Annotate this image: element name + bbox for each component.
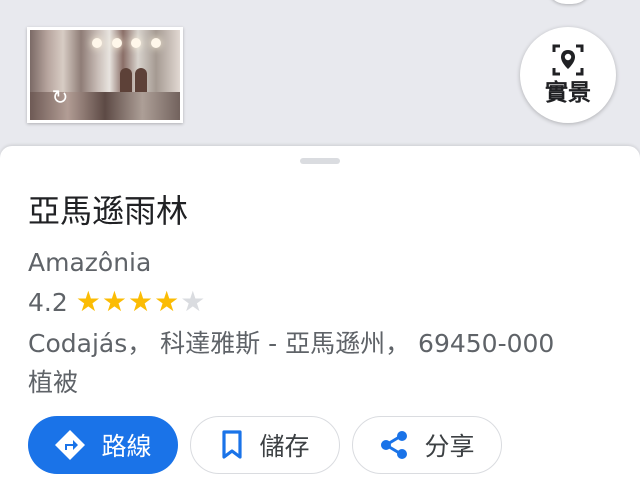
star-rating: ★ ★ ★ ★ ★ — [76, 287, 207, 317]
action-buttons-row: 路線 儲存 分享 — [28, 416, 502, 474]
street-view-label: 實景 — [545, 80, 591, 106]
photo-light — [92, 38, 102, 48]
bookmark-icon — [222, 430, 243, 459]
photo-light — [131, 38, 141, 48]
rating-row[interactable]: 4.2 ★ ★ ★ ★ ★ — [28, 285, 206, 319]
place-subtitle: Amazônia — [28, 248, 152, 277]
place-title: 亞馬遜雨林 — [28, 192, 189, 230]
star-icon: ★ — [180, 285, 206, 318]
place-address: Codajás， 科達雅斯 - 亞馬遜州， 69450-000 — [28, 329, 555, 358]
star-icon: ★ — [154, 285, 180, 318]
rating-value: 4.2 — [28, 287, 68, 317]
street-view-icon — [552, 44, 584, 76]
save-button[interactable]: 儲存 — [190, 416, 340, 474]
share-label: 分享 — [424, 432, 475, 461]
photo-light — [151, 38, 161, 48]
share-icon — [381, 431, 408, 459]
partially-visible-map-button[interactable] — [546, 0, 592, 4]
star-icon: ★ — [75, 285, 101, 318]
directions-icon — [55, 430, 86, 460]
directions-label: 路線 — [101, 432, 152, 461]
directions-button[interactable]: 路線 — [28, 416, 178, 474]
save-label: 儲存 — [259, 432, 310, 461]
place-photo-thumbnail[interactable]: ↻ — [27, 27, 183, 123]
street-view-button[interactable]: 實景 — [520, 27, 616, 123]
map-area[interactable]: ↻ 實景 — [0, 0, 640, 150]
360-photo-icon: ↻ — [51, 85, 69, 109]
photo-light — [112, 38, 122, 48]
star-icon: ★ — [127, 285, 154, 318]
sheet-drag-handle[interactable] — [300, 158, 340, 164]
share-button[interactable]: 分享 — [352, 416, 502, 474]
star-icon: ★ — [101, 285, 127, 318]
place-details-sheet[interactable]: 亞馬遜雨林 Amazônia 4.2 ★ ★ ★ ★ ★ Codajás， 科達… — [0, 146, 640, 489]
place-category: 植被 — [28, 368, 79, 397]
